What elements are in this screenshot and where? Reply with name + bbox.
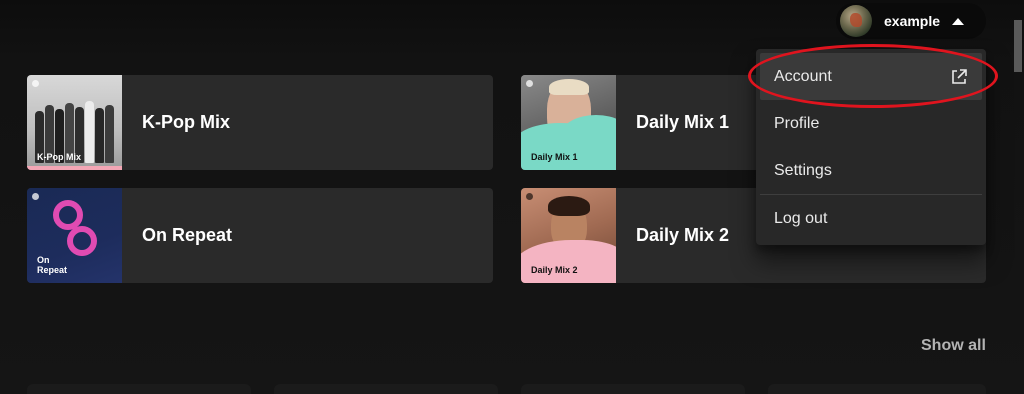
- highlight-annotation: [748, 44, 998, 108]
- playlist-title: Daily Mix 2: [636, 225, 730, 245]
- menu-item-settings[interactable]: Settings: [760, 147, 982, 194]
- menu-item-label: Settings: [774, 161, 832, 179]
- card-placeholder: [768, 384, 986, 394]
- cover-label: On Repeat: [37, 255, 68, 275]
- playlist-cover: K-Pop Mix: [27, 75, 122, 170]
- spotify-logo-icon: [526, 193, 533, 200]
- card-placeholder: [521, 384, 745, 394]
- show-all-link[interactable]: Show all: [921, 337, 986, 355]
- app-window: example K-Pop Mix K-Pop Mix Daily Mix 1 …: [0, 0, 1024, 394]
- user-menu-button[interactable]: example: [836, 3, 986, 39]
- cover-label: K-Pop Mix: [37, 152, 81, 162]
- playlist-title: Daily Mix 1: [636, 112, 730, 132]
- card-placeholder: [274, 384, 498, 394]
- user-name: example: [884, 13, 941, 29]
- playlist-cover: Daily Mix 1: [521, 75, 616, 170]
- playlist-cover: On Repeat: [27, 188, 122, 283]
- cover-label: Daily Mix 1: [531, 152, 578, 162]
- cover-label: Daily Mix 2: [531, 265, 578, 275]
- spotify-logo-icon: [32, 80, 39, 87]
- playlist-card-on-repeat[interactable]: On Repeat On Repeat: [27, 188, 493, 283]
- scrollbar-thumb[interactable]: [1014, 20, 1022, 72]
- menu-item-label: Log out: [774, 209, 828, 227]
- playlist-cover: Daily Mix 2: [521, 188, 616, 283]
- playlist-card-kpop-mix[interactable]: K-Pop Mix K-Pop Mix: [27, 75, 493, 170]
- avatar: [840, 5, 872, 37]
- card-placeholder: [27, 384, 251, 394]
- menu-item-label: Profile: [774, 114, 820, 132]
- menu-item-log-out[interactable]: Log out: [760, 195, 982, 242]
- playlist-title: On Repeat: [142, 225, 233, 245]
- spotify-logo-icon: [32, 193, 39, 200]
- playlist-card-daily-mix-1[interactable]: Daily Mix 1 Daily Mix 1: [521, 75, 761, 170]
- caret-up-icon: [952, 17, 965, 25]
- spotify-logo-icon: [526, 80, 533, 87]
- playlist-title: K-Pop Mix: [142, 112, 230, 132]
